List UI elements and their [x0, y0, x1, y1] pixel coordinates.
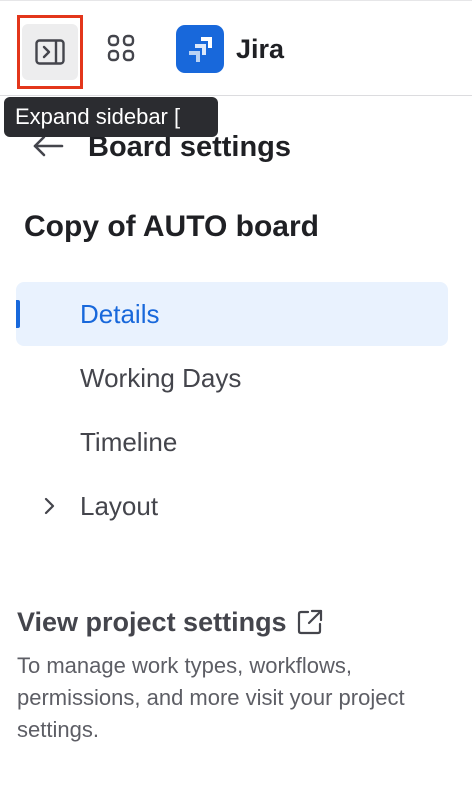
expand-sidebar-button-surface[interactable] [22, 24, 78, 80]
nav-item-layout[interactable]: Layout [16, 474, 448, 538]
expand-sidebar-button[interactable] [17, 15, 83, 89]
nav-item-timeline[interactable]: Timeline [16, 410, 448, 474]
app-switcher-button[interactable] [96, 23, 146, 73]
external-link-icon [297, 609, 322, 635]
chevron-right-icon[interactable] [38, 494, 62, 518]
product-name[interactable]: Jira [236, 32, 284, 66]
nav-item-label: Layout [80, 491, 159, 521]
project-link-label: View project settings [17, 607, 287, 637]
active-indicator [16, 300, 20, 328]
nav-item-label: Timeline [80, 427, 178, 457]
top-navigation: Jira [0, 0, 472, 96]
project-settings-description: To manage work types, workflows, permiss… [17, 653, 405, 742]
board-settings-page: Jira Expand sidebar [ Board settings Cop… [0, 0, 472, 808]
arrow-left-icon [33, 135, 64, 157]
jira-logo-icon[interactable] [176, 25, 224, 73]
expand-sidebar-icon [35, 39, 65, 65]
nav-item-details[interactable]: Details [16, 282, 448, 346]
nav-item-label: Details [80, 299, 160, 329]
view-project-settings-link[interactable]: View project settings [17, 604, 323, 640]
expand-sidebar-tooltip: Expand sidebar [ [4, 97, 218, 137]
jira-logo-mark [189, 37, 212, 62]
nav-item-working-days[interactable]: Working Days [16, 346, 448, 410]
nav-item-label: Working Days [80, 363, 242, 393]
app-switcher-icon [107, 34, 135, 62]
board-name-heading: Copy of AUTO board [24, 210, 319, 243]
